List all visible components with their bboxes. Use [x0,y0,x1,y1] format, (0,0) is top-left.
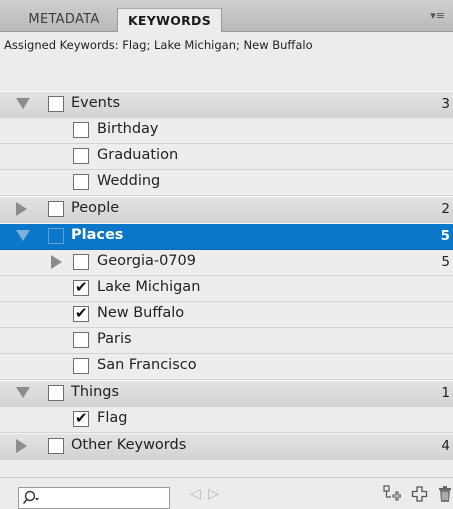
keyword-label: New Buffalo [97,305,185,321]
keyword-checkbox[interactable]: ✔ [73,409,89,427]
trash-icon[interactable] [437,485,453,503]
tab-metadata[interactable]: METADATA [12,8,116,31]
disclosure-expanded-icon[interactable] [16,230,30,241]
keyword-count: 4 [441,438,450,454]
new-keyword-icon[interactable] [411,485,429,503]
search-field[interactable] [18,487,170,509]
keyword-checkbox[interactable] [73,254,89,270]
keyword-checkbox[interactable] [73,332,89,348]
keyword-checkbox[interactable] [48,96,64,112]
disclosure-expanded-icon[interactable] [16,387,30,398]
keyword-label: Flag [97,410,128,426]
keyword-row[interactable]: San Francisco [0,354,453,380]
previous-arrow-icon[interactable]: ◁ [190,486,201,502]
search-icon [22,490,39,505]
keyword-label: Events [71,95,121,111]
keyword-row[interactable]: ✔ Lake Michigan [0,276,453,302]
keyword-count: 5 [440,228,450,244]
keyword-row[interactable]: Birthday [0,118,453,144]
keyword-row[interactable]: Georgia-0709 5 [0,250,453,276]
keyword-checkbox[interactable] [73,148,89,164]
keyword-checkbox[interactable] [48,201,64,217]
keyword-category-row[interactable]: Things 1 [0,380,453,407]
keyword-label: San Francisco [97,357,197,373]
keyword-count: 3 [441,96,450,112]
keyword-label: Birthday [97,121,159,137]
keyword-category-row[interactable]: People 2 [0,196,453,223]
keyword-count: 2 [441,201,450,217]
checkmark-icon: ✔ [75,409,88,427]
disclosure-collapsed-icon[interactable] [16,202,27,216]
keyword-label: Paris [97,331,132,347]
panel-footer: ◁ ▷ [0,477,453,509]
keyword-checkbox[interactable] [48,228,64,244]
keyword-label: Things [71,384,120,400]
keywords-panel: METADATA KEYWORDS ▾≡ Assigned Keywords: … [0,0,453,509]
keyword-tree: Events 3 Birthday Graduation Wedding People 2 P… [0,91,453,460]
keyword-label: People [71,200,120,216]
keyword-label: Wedding [97,173,161,189]
keyword-label: Graduation [97,147,179,163]
keyword-label: Places [71,227,124,243]
disclosure-collapsed-icon[interactable] [51,255,62,269]
keyword-category-row[interactable]: Events 3 [0,91,453,118]
keyword-checkbox[interactable]: ✔ [73,304,89,322]
keyword-row[interactable]: Wedding [0,170,453,196]
keyword-category-row[interactable]: Places 5 [0,223,453,250]
assigned-keywords-text: Assigned Keywords: Flag; Lake Michigan; … [4,38,313,52]
keyword-checkbox[interactable]: ✔ [73,278,89,296]
keyword-checkbox[interactable] [48,385,64,401]
keyword-count: 1 [441,385,450,401]
keyword-checkbox[interactable] [73,358,89,374]
new-sub-keyword-icon[interactable] [383,485,401,503]
keyword-count: 5 [441,254,450,270]
disclosure-collapsed-icon[interactable] [16,439,27,453]
disclosure-expanded-icon[interactable] [16,98,30,109]
keyword-category-row[interactable]: Other Keywords 4 [0,433,453,460]
keyword-checkbox[interactable] [73,174,89,190]
keyword-checkbox[interactable] [48,438,64,454]
keyword-row[interactable]: ✔ New Buffalo [0,302,453,328]
checkmark-icon: ✔ [75,304,88,322]
keyword-row[interactable]: Paris [0,328,453,354]
keyword-label: Georgia-0709 [97,253,196,269]
tab-keywords[interactable]: KEYWORDS [117,8,222,32]
keyword-row[interactable]: Graduation [0,144,453,170]
panel-menu-icon[interactable]: ▾≡ [430,9,445,22]
tab-bar: METADATA KEYWORDS ▾≡ [0,0,453,32]
keyword-row[interactable]: ✔ Flag [0,407,453,433]
keyword-checkbox[interactable] [73,122,89,138]
keyword-label: Other Keywords [71,437,187,453]
checkmark-icon: ✔ [75,278,88,296]
keyword-label: Lake Michigan [97,279,201,295]
next-arrow-icon[interactable]: ▷ [208,486,219,502]
